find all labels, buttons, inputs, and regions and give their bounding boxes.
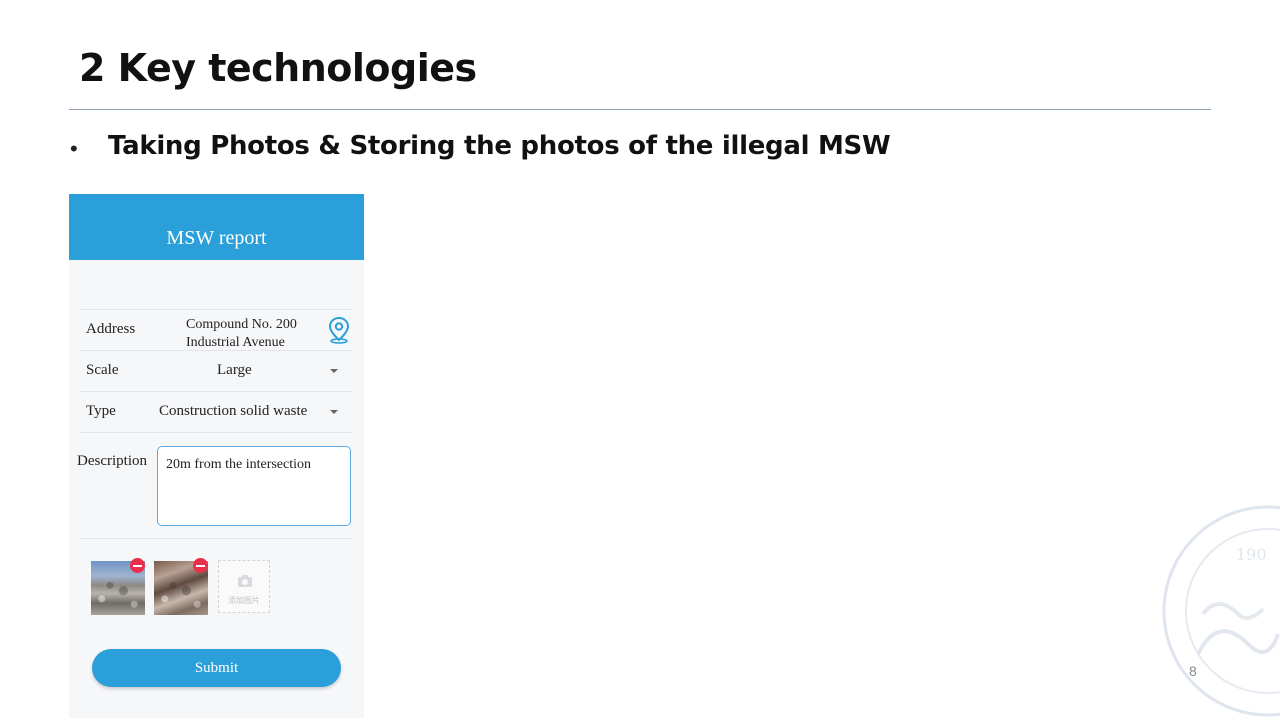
remove-photo-icon[interactable]: [130, 558, 145, 573]
address-value: Compound No. 200 Industrial Avenue: [186, 316, 297, 352]
page-number: 8: [1189, 663, 1197, 679]
type-select-value[interactable]: Construction solid waste: [159, 403, 307, 420]
slide-title: 2 Key technologies: [79, 46, 477, 90]
university-seal-watermark: 190: [1158, 504, 1280, 723]
description-text: 20m from the intersection: [166, 457, 312, 472]
title-divider: [69, 109, 1211, 110]
scale-row[interactable]: Scale Large: [80, 350, 353, 391]
scale-label: Scale: [86, 362, 119, 378]
address-label: Address: [86, 321, 136, 337]
address-row[interactable]: Address Compound No. 200 Industrial Aven…: [80, 309, 353, 350]
phone-screenshot: MSW report Address Compound No. 200 Indu…: [69, 194, 364, 718]
scale-select-value[interactable]: Large: [217, 362, 252, 379]
app-header: MSW report: [69, 194, 364, 260]
remove-photo-icon[interactable]: [193, 558, 208, 573]
location-pin-icon[interactable]: [328, 316, 350, 349]
chevron-down-icon[interactable]: [330, 369, 338, 373]
camera-icon: [237, 574, 253, 593]
submit-button[interactable]: Submit: [92, 649, 341, 687]
report-form: Address Compound No. 200 Industrial Aven…: [77, 309, 353, 539]
bullet-text: Taking Photos & Storing the photos of th…: [108, 131, 891, 161]
description-row: Description 20m from the intersection: [77, 432, 353, 539]
bullet-dot: •: [70, 136, 78, 161]
chevron-down-icon[interactable]: [330, 410, 338, 414]
description-label: Description: [77, 453, 147, 469]
type-label: Type: [86, 403, 116, 419]
svg-text:190: 190: [1236, 545, 1267, 564]
description-textarea[interactable]: 20m from the intersection: [157, 446, 351, 526]
app-title: MSW report: [166, 227, 267, 249]
type-row[interactable]: Type Construction solid waste: [80, 391, 353, 432]
address-line-1: Compound No. 200: [186, 317, 297, 332]
add-photo-button[interactable]: 添加图片: [218, 560, 270, 613]
add-photo-label: 添加图片: [228, 596, 260, 605]
